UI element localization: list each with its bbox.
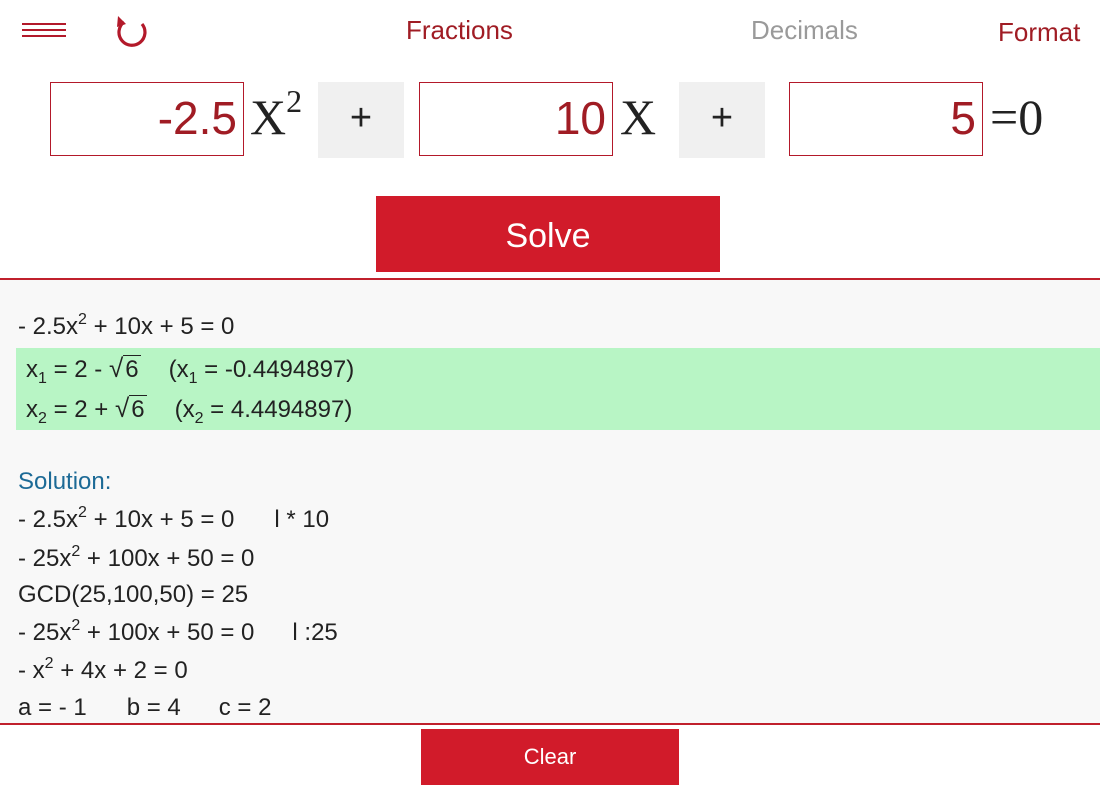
equation-line: - 2.5x2 + 10x + 5 = 0 xyxy=(18,311,235,341)
hamburger-menu-icon[interactable] xyxy=(22,20,66,40)
top-bar: Fractions Decimals Format xyxy=(0,0,1100,64)
radicand: 6 xyxy=(129,395,147,423)
text: = -0.4494897) xyxy=(197,356,355,383)
x-label: X xyxy=(620,89,657,145)
clear-button[interactable]: Clear xyxy=(421,729,679,785)
sign-toggle-button-1[interactable]: + xyxy=(318,82,404,158)
subscript: 2 xyxy=(194,410,204,427)
text: - 25x xyxy=(18,619,72,646)
solve-button[interactable]: Solve xyxy=(376,196,720,272)
step-note: l :25 xyxy=(292,619,338,646)
step-note: l * 10 xyxy=(274,506,330,533)
sqrt-symbol: √6 xyxy=(108,353,141,383)
undo-arrow-icon[interactable] xyxy=(112,12,152,52)
tab-decimals[interactable]: Decimals xyxy=(751,15,858,46)
text: + 10x + 5 = 0 xyxy=(86,506,235,533)
exponent: 2 xyxy=(71,543,81,560)
exponent: 2 xyxy=(78,311,87,328)
tab-fractions[interactable]: Fractions xyxy=(406,15,513,46)
text: - x xyxy=(18,657,45,684)
root-x1: x1 = 2 - √6 (x1 = -0.4494897) xyxy=(26,353,355,387)
root-x2: x2 = 2 + √6 (x2 = 4.4494897) xyxy=(26,393,353,427)
radicand: 6 xyxy=(123,355,141,383)
text: (x xyxy=(168,356,189,383)
text: = 2 + xyxy=(46,396,115,423)
subscript: 2 xyxy=(38,410,47,427)
text: = 4.4494897) xyxy=(203,396,353,423)
step-4: - 25x2 + 100x + 50 = 0 l :25 xyxy=(18,617,338,647)
text: - 25x xyxy=(18,545,72,572)
exponent: 2 xyxy=(44,655,54,672)
x-squared-label: X2 xyxy=(250,85,302,146)
exponent: 2 xyxy=(78,504,87,521)
text: - 2.5x xyxy=(18,506,79,533)
sign-toggle-button-2[interactable]: + xyxy=(679,82,765,158)
solution-label: Solution: xyxy=(18,468,112,495)
subscript: 1 xyxy=(38,370,47,387)
text: + 100x + 50 = 0 xyxy=(80,545,255,572)
equation-row: -2.5 X2 + 10 X + 5 =0 xyxy=(0,80,1100,160)
step-1: - 2.5x2 + 10x + 5 = 0 l * 10 xyxy=(18,504,330,534)
text: x xyxy=(26,356,38,383)
sqrt-symbol: √6 xyxy=(114,393,147,423)
text: x xyxy=(26,396,38,423)
text: (x xyxy=(174,396,195,423)
step-2: - 25x2 + 100x + 50 = 0 xyxy=(18,543,255,573)
step-6: a = - 1 b = 4 c = 2 xyxy=(18,694,271,722)
divider xyxy=(0,723,1100,725)
tab-format[interactable]: Format xyxy=(998,17,1080,48)
result-panel: - 2.5x2 + 10x + 5 = 0 x1 = 2 - √6 (x1 = -… xyxy=(0,280,1100,723)
coefficient-c-input[interactable]: 5 xyxy=(789,82,983,156)
x-variable: X xyxy=(250,89,287,145)
step-3: GCD(25,100,50) = 25 xyxy=(18,581,249,608)
coefficient-a-text: a = - 1 xyxy=(18,694,87,721)
text: + 10x + 5 = 0 xyxy=(86,313,235,340)
text: = 2 - xyxy=(46,356,109,383)
text: - 2.5x xyxy=(18,313,79,340)
exponent: 2 xyxy=(286,83,303,119)
coefficient-b-input[interactable]: 10 xyxy=(419,82,613,156)
equals-zero-label: =0 xyxy=(990,89,1044,145)
exponent: 2 xyxy=(71,617,81,634)
step-5: - x2 + 4x + 2 = 0 xyxy=(18,655,188,685)
coefficient-a-input[interactable]: -2.5 xyxy=(50,82,244,156)
coefficient-b-text: b = 4 xyxy=(126,694,181,721)
text: + 100x + 50 = 0 xyxy=(80,619,255,646)
text: + 4x + 2 = 0 xyxy=(53,657,188,684)
coefficient-c-text: c = 2 xyxy=(218,694,272,721)
